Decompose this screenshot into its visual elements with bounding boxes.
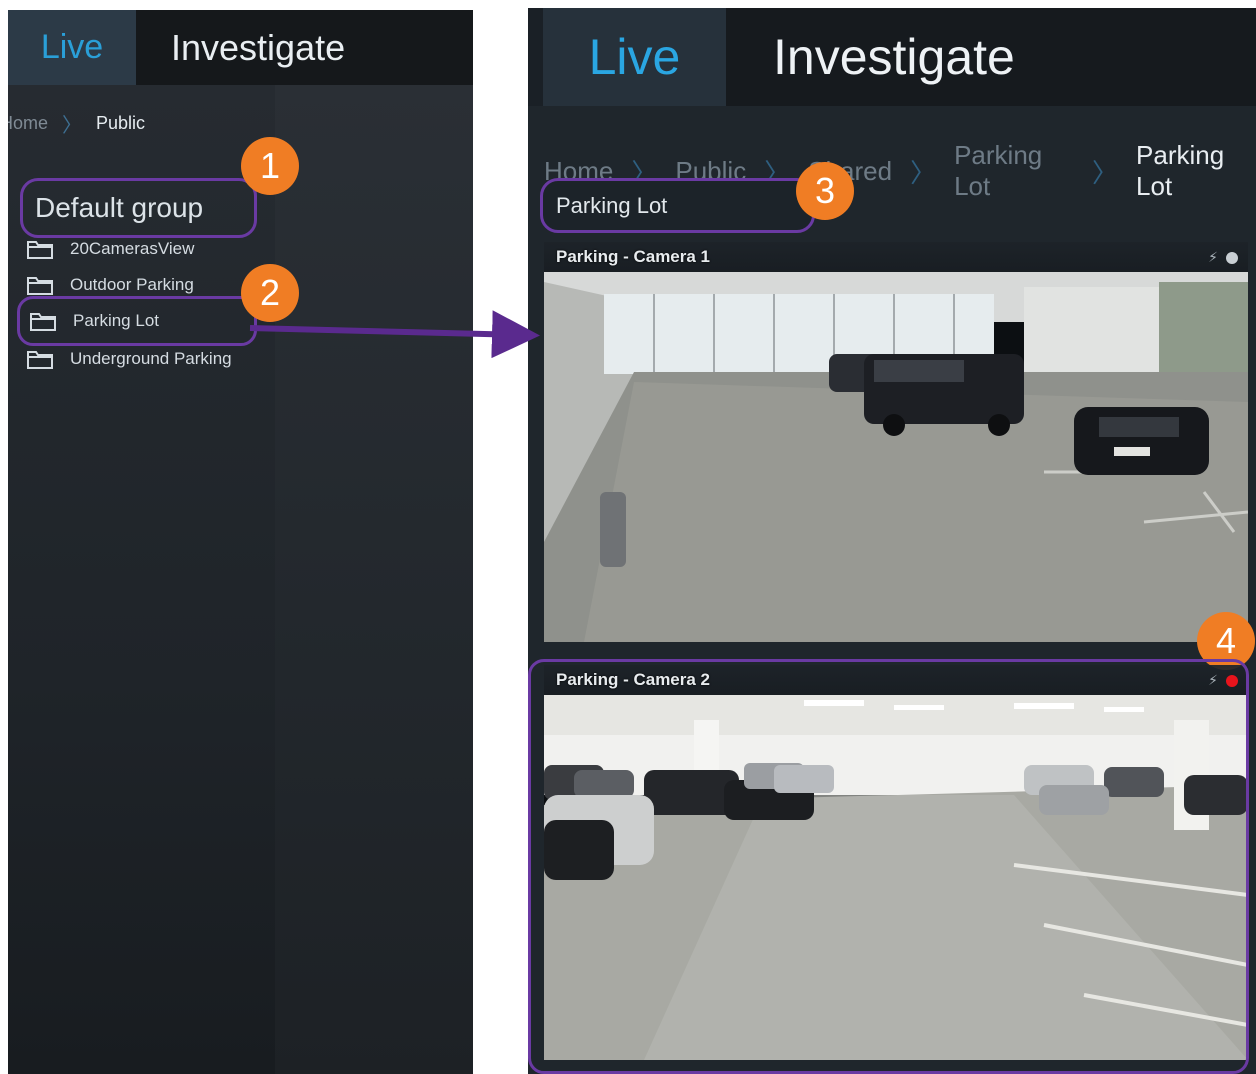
camera-status: ⚡ <box>1208 250 1238 266</box>
callout-badge-3: 3 <box>796 162 854 220</box>
camera-video-feed <box>544 272 1248 642</box>
group-title[interactable]: Default group <box>20 178 257 238</box>
camera-tile-1[interactable]: Parking - Camera 1 ⚡ <box>544 242 1248 642</box>
tree-item-underground-parking[interactable]: Underground Parking <box>26 344 232 374</box>
view-title: Parking Lot <box>540 178 815 233</box>
tab-bar: Live Investigate <box>528 8 1256 106</box>
tree-item-20cameras[interactable]: 20CamerasView <box>26 234 194 264</box>
folder-icon <box>27 277 53 295</box>
content-area <box>275 85 473 1074</box>
tab-investigate[interactable]: Investigate <box>726 8 1256 106</box>
camera-label: Parking - Camera 1 <box>556 247 711 266</box>
chevron-right-icon: 〉 <box>62 114 83 137</box>
status-dot-icon <box>1226 252 1238 264</box>
tree-item-label: Parking Lot <box>73 311 159 330</box>
camera-label: Parking - Camera 2 <box>556 670 711 689</box>
camera-tile-2[interactable]: Parking - Camera 2 ⚡ <box>544 665 1248 1060</box>
tab-live[interactable]: Live <box>8 10 136 85</box>
tree-item-label: Underground Parking <box>70 349 232 368</box>
callout-badge-2: 2 <box>241 264 299 322</box>
breadcrumb-current: Parking Lot <box>1136 140 1225 201</box>
motion-icon: ⚡ <box>1208 673 1218 689</box>
folder-icon <box>30 313 56 331</box>
tab-live[interactable]: Live <box>543 8 726 106</box>
camera-video-feed <box>544 695 1248 1060</box>
chevron-right-icon: 〉 <box>1092 157 1119 188</box>
breadcrumb-parking-lot[interactable]: Parking Lot <box>954 140 1074 202</box>
recording-dot-icon <box>1226 675 1238 687</box>
folder-icon <box>27 241 53 259</box>
folder-icon <box>27 351 53 369</box>
callout-badge-1: 1 <box>241 137 299 195</box>
right-panel: Live Investigate Home 〉 Public 〉 Shared … <box>528 8 1256 1074</box>
chevron-right-icon: 〉 <box>910 157 937 188</box>
tab-investigate[interactable]: Investigate <box>136 10 473 85</box>
tree-item-parking-lot[interactable]: Parking Lot <box>17 296 257 346</box>
tree-item-label: Outdoor Parking <box>70 275 194 294</box>
tab-bar: Live Investigate <box>8 10 473 85</box>
breadcrumb-home[interactable]: Home <box>8 113 48 134</box>
tree-item-label: 20CamerasView <box>70 239 195 258</box>
motion-icon: ⚡ <box>1208 250 1218 266</box>
camera-status: ⚡ <box>1208 673 1238 689</box>
breadcrumb: Home 〉 Public <box>8 111 146 137</box>
callout-badge-4: 4 <box>1197 612 1255 670</box>
breadcrumb-current: Public <box>96 112 146 133</box>
